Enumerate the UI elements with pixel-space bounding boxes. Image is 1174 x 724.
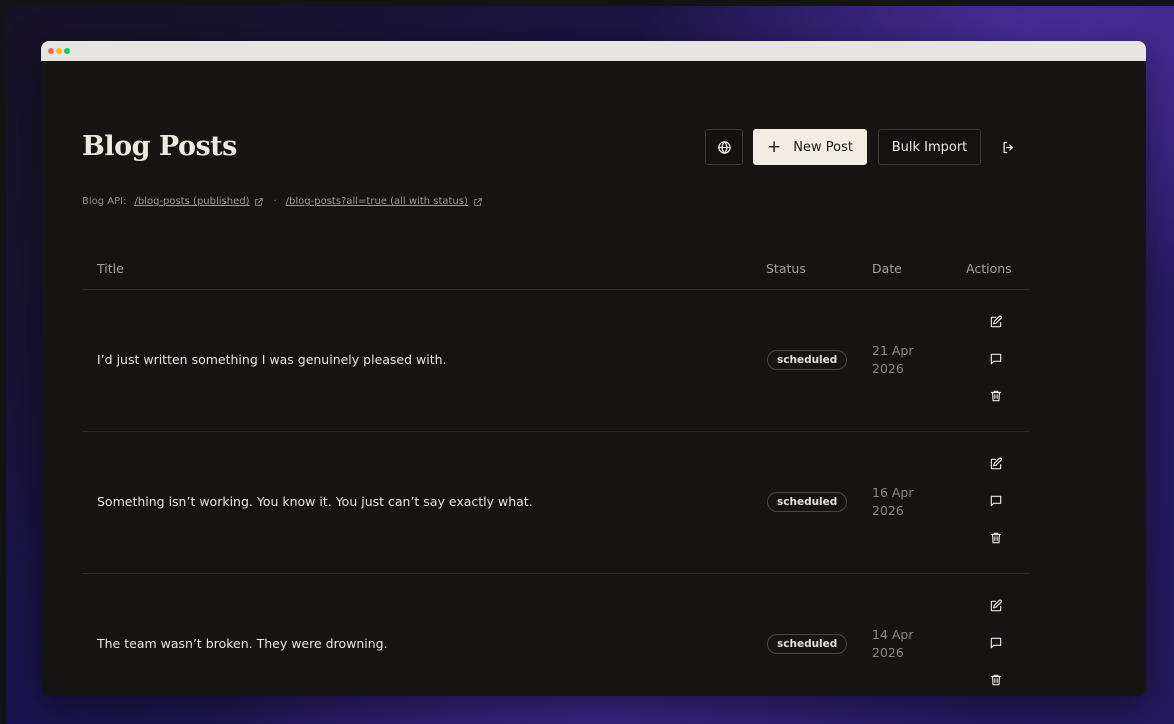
column-header-status: Status [766,261,806,276]
window-titlebar [41,41,1146,61]
post-title[interactable]: The team wasn’t broken. They were drowni… [97,636,388,651]
column-header-title: Title [97,261,124,276]
api-label: Blog API: [82,196,127,207]
delete-post-button[interactable] [988,530,1004,546]
trash-icon [989,389,1003,403]
comment-icon [989,352,1003,366]
post-title[interactable]: Something isn’t working. You know it. Yo… [97,494,533,509]
post-date: 21 Apr 2026 [872,343,914,376]
blog-api-links: Blog API: /blog-posts (published) · /blo… [82,196,483,207]
column-header-date: Date [872,261,902,276]
bulk-import-label: Bulk Import [891,139,968,155]
edit-post-button[interactable] [988,314,1004,330]
comments-button[interactable] [988,493,1004,509]
comments-button[interactable] [988,635,1004,651]
posts-table: Title Status Date Actions I’d just writt… [82,224,1029,696]
maximize-window-dot[interactable] [64,48,70,54]
status-badge: scheduled [767,350,848,370]
new-post-label: New Post [793,139,853,155]
close-window-dot[interactable] [48,48,54,54]
globe-icon [717,140,732,155]
logout-button[interactable] [999,139,1017,155]
browser-window: Blog Posts + New Post Bulk Import Blog A… [41,41,1146,696]
new-post-button[interactable]: + New Post [753,129,867,165]
status-badge: scheduled [767,492,848,512]
edit-icon [989,315,1003,329]
edit-icon [989,457,1003,471]
table-row: The team wasn’t broken. They were drowni… [82,574,1029,696]
view-site-button[interactable] [705,129,743,165]
trash-icon [989,531,1003,545]
post-title[interactable]: I’d just written something I was genuine… [97,352,447,367]
edit-post-button[interactable] [988,598,1004,614]
status-badge: scheduled [767,634,848,654]
comment-icon [989,636,1003,650]
table-header: Title Status Date Actions [82,224,1029,290]
edit-icon [989,599,1003,613]
delete-post-button[interactable] [988,388,1004,404]
published-posts-link[interactable]: /blog-posts (published) [134,196,249,207]
minimize-window-dot[interactable] [56,48,62,54]
plus-icon: + [767,136,782,157]
all-posts-link[interactable]: /blog-posts?all=true (all with status) [286,196,468,207]
column-header-actions: Actions [966,261,1012,276]
comment-icon [989,494,1003,508]
trash-icon [989,673,1003,687]
external-link-icon [254,197,264,207]
blog-admin-page: Blog Posts + New Post Bulk Import Blog A… [41,61,1146,696]
page-title: Blog Posts [82,131,237,162]
logout-icon [1001,140,1016,155]
post-date: 16 Apr 2026 [872,485,914,518]
link-separator: · [273,196,277,207]
bulk-import-button[interactable]: Bulk Import [878,129,981,165]
comments-button[interactable] [988,351,1004,367]
post-date: 14 Apr 2026 [872,627,914,660]
table-row: I’d just written something I was genuine… [82,290,1029,432]
delete-post-button[interactable] [988,672,1004,688]
external-link-icon [473,197,483,207]
table-row: Something isn’t working. You know it. Yo… [82,432,1029,574]
edit-post-button[interactable] [988,456,1004,472]
